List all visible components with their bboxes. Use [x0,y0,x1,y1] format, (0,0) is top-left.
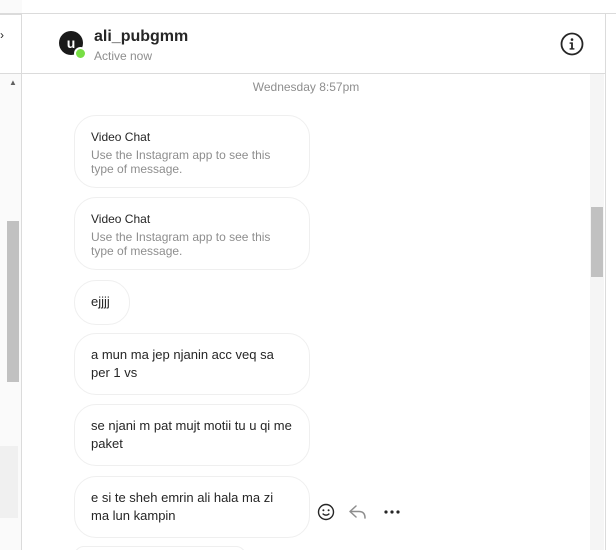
react-button[interactable] [316,502,336,522]
message-bubble-partial[interactable] [74,546,246,550]
card-title: Video Chat [91,130,151,144]
card-subtitle: Use the Instagram app to see this type o… [91,148,271,176]
reply-button[interactable] [348,502,368,522]
conversation-list-header [0,14,22,74]
message-card-video-chat[interactable]: Video Chat Use the Instagram app to see … [74,197,310,270]
message-bubble[interactable]: ejjjj [74,280,130,325]
thread-scrollbar-track[interactable] [590,74,604,550]
more-icon [384,510,400,514]
active-status: Active now [94,49,153,63]
reply-icon [349,505,366,519]
scroll-up-arrow-icon[interactable]: ▲ [8,78,18,88]
card-title: Video Chat [91,212,151,226]
info-button[interactable] [560,32,584,56]
thread-timestamp: Wednesday 8:57pm [252,80,360,94]
message-card-video-chat[interactable]: Video Chat Use the Instagram app to see … [74,115,310,188]
thread-header: u ali_pubgmm Active now [22,14,605,74]
emoji-icon [317,503,335,521]
info-icon [560,32,584,56]
message-actions [316,502,406,522]
thread-scrollbar-thumb[interactable] [591,207,603,277]
message-bubble[interactable]: se njani m pat mujt motii tu u qi me pak… [74,404,310,466]
list-scrollbar-thumb[interactable] [7,221,19,382]
chevron-down-icon[interactable]: › [0,28,8,42]
right-gutter [606,14,616,550]
conversation-list-item[interactable] [0,446,18,518]
message-thread[interactable]: Wednesday 8:57pm Video Chat Use the Inst… [22,74,590,550]
more-options-button[interactable] [382,502,402,522]
message-bubble[interactable]: e si te sheh emrin ali hala ma zi ma lun… [74,476,310,538]
card-subtitle: Use the Instagram app to see this type o… [91,230,271,258]
message-bubble[interactable]: a mun ma jep njanin acc veq sa per 1 vs [74,333,310,395]
online-status-dot [74,47,87,60]
username[interactable]: ali_pubgmm [94,28,188,46]
avatar-letter: u [66,35,76,51]
